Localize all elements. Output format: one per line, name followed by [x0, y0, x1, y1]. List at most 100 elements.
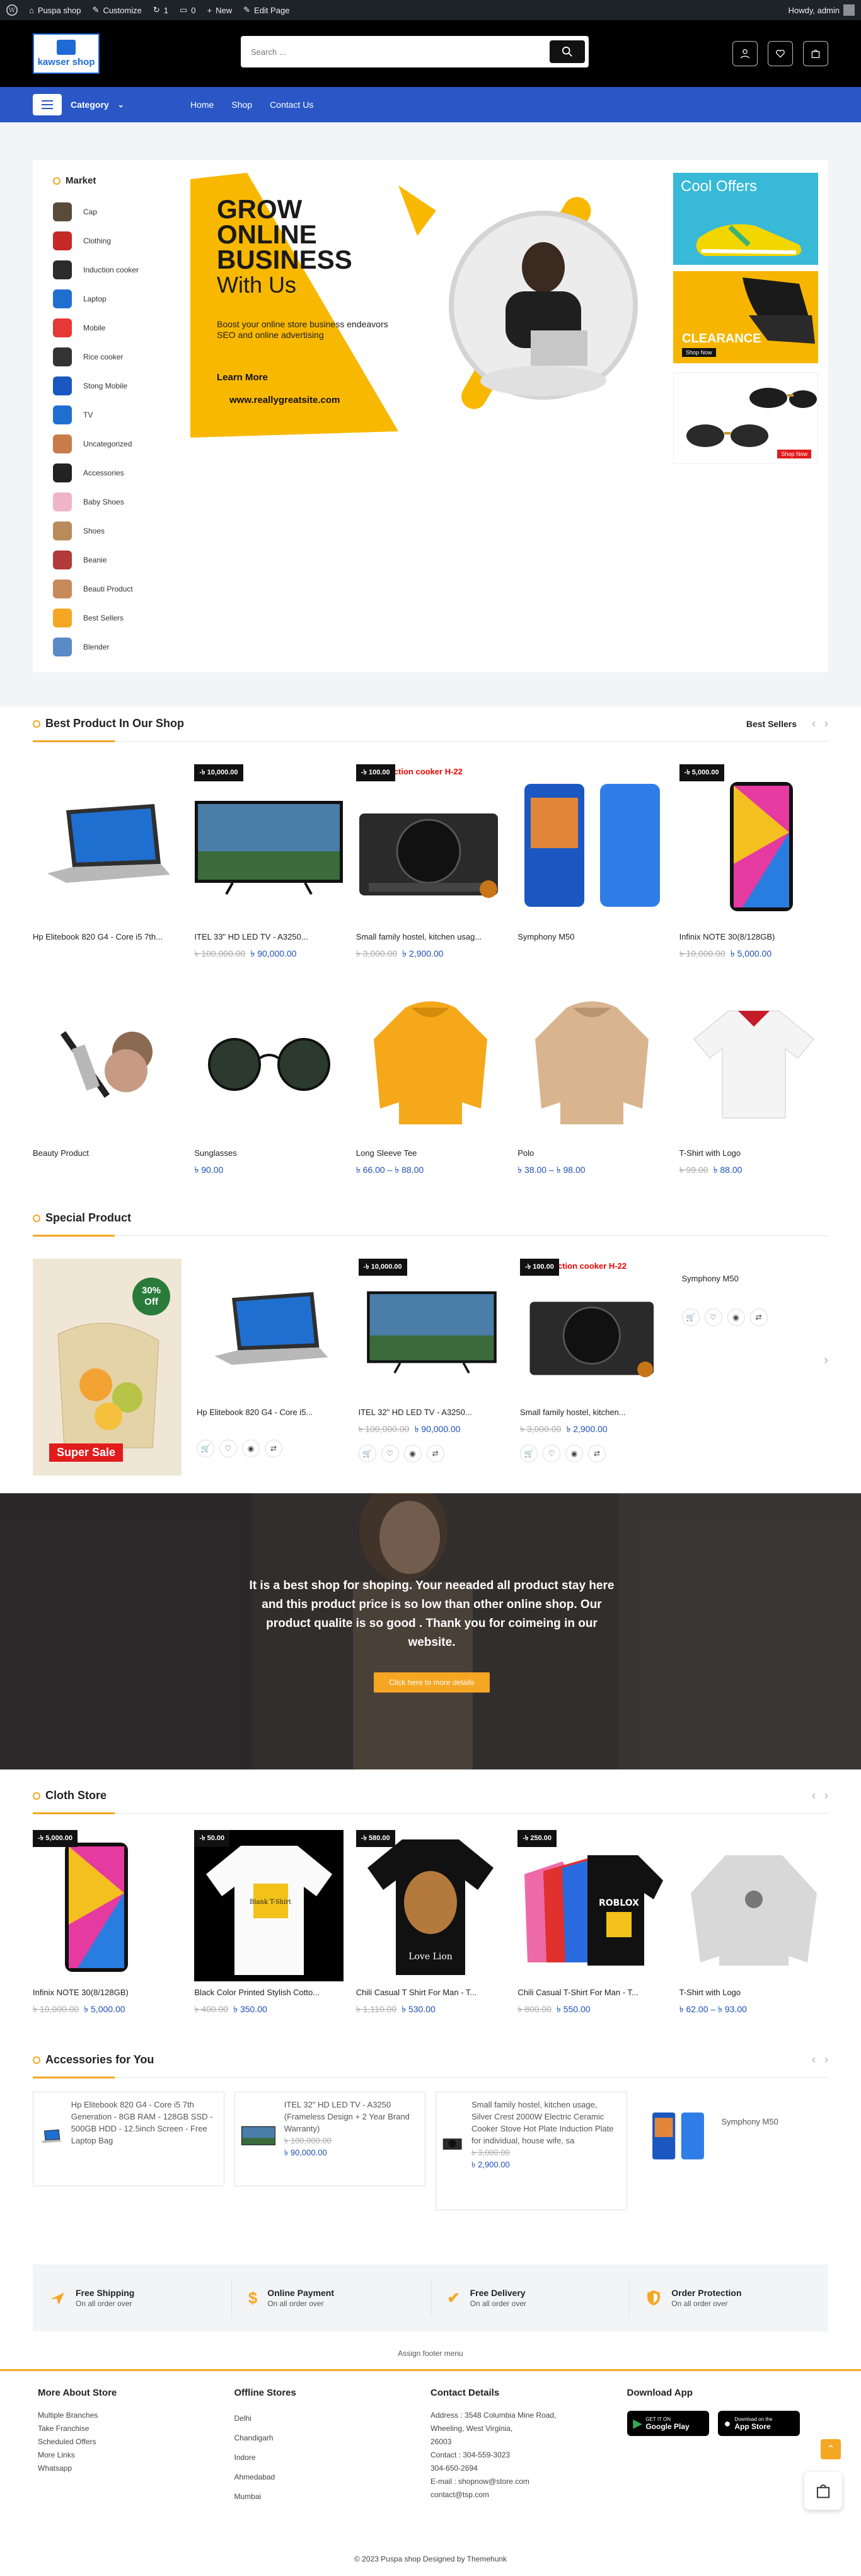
market-item[interactable]: Beanie: [53, 545, 190, 574]
product-card[interactable]: Symphony M50: [517, 764, 666, 962]
product-name[interactable]: Infinix NOTE 30(8/128GB): [33, 1988, 182, 1997]
footer-link[interactable]: Whatsapp: [38, 2464, 234, 2473]
cart-icon[interactable]: 🛒: [197, 1440, 214, 1457]
footer-link[interactable]: Delhi: [234, 2411, 431, 2426]
market-item[interactable]: Laptop: [53, 284, 190, 313]
more-details-button[interactable]: Click here to more details: [374, 1672, 490, 1693]
nav-home[interactable]: Home: [190, 100, 214, 110]
product-name[interactable]: Symphony M50: [682, 1274, 829, 1283]
market-item[interactable]: Stong Mobile: [53, 371, 190, 400]
product-card[interactable]: Blank T-Shirt -৳ 50.00 Black Color Printe…: [194, 1830, 344, 2017]
chevron-left-icon[interactable]: ‹: [812, 717, 816, 730]
product-card[interactable]: Long Sleeve Tee ৳ 66.00 – ৳ 88.00: [356, 981, 505, 1178]
product-name[interactable]: Long Sleeve Tee: [356, 1148, 505, 1158]
main-banner[interactable]: GROW ONLINE BUSINESS With Us Boost your …: [190, 173, 676, 445]
heart-icon[interactable]: ♡: [219, 1440, 237, 1457]
admin-site-link[interactable]: ⌂ Puspa shop: [29, 6, 81, 15]
site-logo[interactable]: kawser shop: [33, 33, 100, 74]
product-card[interactable]: Beauty Product: [33, 981, 182, 1178]
clearance-shop-now[interactable]: Shop Now: [682, 348, 716, 357]
product-name[interactable]: Small family hostel, kitchen...: [520, 1407, 667, 1417]
sunglasses-shop-now[interactable]: Shop Now: [777, 450, 811, 458]
compare-icon[interactable]: ⇄: [426, 1445, 444, 1462]
product-card[interactable]: ction cooker H-22 -৳ 100.00 Small family …: [520, 1259, 667, 1476]
admin-edit-link[interactable]: ✎ Edit Page: [243, 5, 289, 15]
search-button[interactable]: [550, 40, 585, 63]
footer-menu-placeholder[interactable]: Assign footer menu: [0, 2331, 861, 2369]
cart-icon[interactable]: 🛒: [358, 1445, 376, 1462]
nav-shop[interactable]: Shop: [231, 100, 252, 110]
tab-best-sellers[interactable]: Best Sellers: [746, 719, 797, 729]
accessory-card[interactable]: Small family hostel, kitchen usage, Silv…: [436, 2092, 627, 2210]
product-name[interactable]: Sunglasses: [194, 1148, 343, 1158]
product-name[interactable]: Hp Elitebook 820 G4 - Core i5...: [197, 1407, 344, 1417]
chevron-left-icon[interactable]: ‹: [812, 2053, 816, 2066]
admin-updates-link[interactable]: ↻ 1: [153, 5, 168, 15]
product-name[interactable]: ITEL 32" HD LED TV - A3250...: [359, 1407, 506, 1417]
compare-icon[interactable]: ⇄: [749, 1308, 768, 1326]
market-item[interactable]: Baby Shoes: [53, 487, 190, 516]
accessory-card[interactable]: Hp Elitebook 820 G4 - Core i5 7th Genera…: [33, 2092, 224, 2186]
product-card[interactable]: Hp Elitebook 820 G4 - Core i5 7th...: [33, 764, 182, 962]
accessory-name[interactable]: Symphony M50: [722, 2116, 778, 2180]
footer-link[interactable]: Indore: [234, 2450, 431, 2465]
wp-logo-icon[interactable]: W: [6, 4, 18, 16]
cart-icon[interactable]: 🛒: [520, 1445, 538, 1462]
product-name[interactable]: Chili Casual T Shirt For Man - T...: [356, 1988, 505, 1997]
market-item[interactable]: Beauti Product: [53, 574, 190, 603]
product-card[interactable]: Sunglasses ৳ 90.00: [194, 981, 343, 1178]
product-card[interactable]: Hp Elitebook 820 G4 - Core i5... 🛒 ♡ ◉ ⇄: [197, 1259, 344, 1476]
floating-cart-button[interactable]: [804, 2472, 842, 2510]
market-item[interactable]: Mobile: [53, 313, 190, 342]
product-name[interactable]: Infinix NOTE 30(8/128GB): [679, 932, 828, 941]
super-sale-banner[interactable]: 30% Off Super Sale: [33, 1259, 182, 1476]
chevron-right-icon[interactable]: ›: [824, 2053, 828, 2066]
footer-link[interactable]: More Links: [38, 2451, 234, 2459]
heart-icon[interactable]: ♡: [704, 1308, 722, 1326]
eye-icon[interactable]: ◉: [403, 1445, 422, 1462]
accessory-name[interactable]: ITEL 32" HD LED TV - A3250 (Frameless De…: [284, 2099, 419, 2135]
admin-new-link[interactable]: + New: [207, 6, 233, 15]
footer-link[interactable]: Take Franchise: [38, 2424, 234, 2433]
market-item[interactable]: Uncategorized: [53, 429, 190, 458]
admin-customize-link[interactable]: ✎ Customize: [93, 5, 142, 15]
chevron-left-icon[interactable]: ‹: [812, 1789, 816, 1802]
eye-icon[interactable]: ◉: [565, 1445, 583, 1462]
product-name[interactable]: ITEL 33" HD LED TV - A3250...: [194, 932, 343, 941]
accessory-card[interactable]: Symphony M50: [637, 2092, 829, 2186]
cart-button[interactable]: [803, 41, 828, 66]
accessory-card[interactable]: ITEL 32" HD LED TV - A3250 (Frameless De…: [234, 2092, 425, 2186]
compare-icon[interactable]: ⇄: [588, 1445, 606, 1462]
category-toggle[interactable]: Category ⌄: [33, 94, 197, 115]
heart-icon[interactable]: ♡: [381, 1445, 399, 1462]
market-item[interactable]: Induction cooker: [53, 255, 190, 284]
accessory-name[interactable]: Small family hostel, kitchen usage, Silv…: [471, 2099, 620, 2147]
product-card[interactable]: ction cooker H-22 -৳ 100.00 Small family …: [355, 764, 505, 962]
product-name[interactable]: Hp Elitebook 820 G4 - Core i5 7th...: [33, 932, 182, 941]
chevron-right-icon[interactable]: ›: [824, 1353, 828, 1368]
product-name[interactable]: Polo: [517, 1148, 666, 1158]
admin-comments-link[interactable]: ▭ 0: [180, 5, 196, 15]
footer-link[interactable]: Multiple Branches: [38, 2411, 234, 2420]
product-name[interactable]: T-Shirt with Logo: [679, 1148, 828, 1158]
google-play-button[interactable]: ▶ GET IT ON Google Play: [627, 2411, 709, 2436]
market-item[interactable]: Clothing: [53, 226, 190, 255]
product-card[interactable]: T-Shirt with Logo ৳ 99.00 ৳ 88.00: [679, 981, 828, 1178]
scroll-top-button[interactable]: ⌃: [821, 2439, 841, 2459]
product-name[interactable]: T-Shirt with Logo: [679, 1988, 828, 1997]
footer-link[interactable]: Ahmedabad: [234, 2469, 431, 2485]
product-card[interactable]: -৳ 10,000.00 ITEL 32" HD LED TV - A3250.…: [358, 1259, 506, 1476]
compare-icon[interactable]: ⇄: [265, 1440, 282, 1457]
market-item[interactable]: Blender: [53, 632, 190, 661]
search-input[interactable]: [251, 47, 550, 57]
product-name[interactable]: Small family hostel, kitchen usag...: [356, 932, 505, 941]
product-card[interactable]: -৳ 5,000.00 Infinix NOTE 30(8/128GB) ৳ 1…: [33, 1830, 182, 2017]
product-name[interactable]: Beauty Product: [33, 1148, 182, 1158]
market-item[interactable]: Best Sellers: [53, 603, 190, 632]
footer-link[interactable]: Chandigarh: [234, 2430, 431, 2445]
product-card[interactable]: -৳ 10,000.00 ITEL 33" HD LED TV - A3250.…: [194, 764, 344, 962]
product-card[interactable]: -৳ 5,000.00 Infinix NOTE 30(8/128GB) ৳ 1…: [679, 764, 828, 962]
product-name[interactable]: Symphony M50: [517, 932, 666, 941]
market-item[interactable]: Accessories: [53, 458, 190, 487]
market-item[interactable]: Rice cooker: [53, 342, 190, 371]
